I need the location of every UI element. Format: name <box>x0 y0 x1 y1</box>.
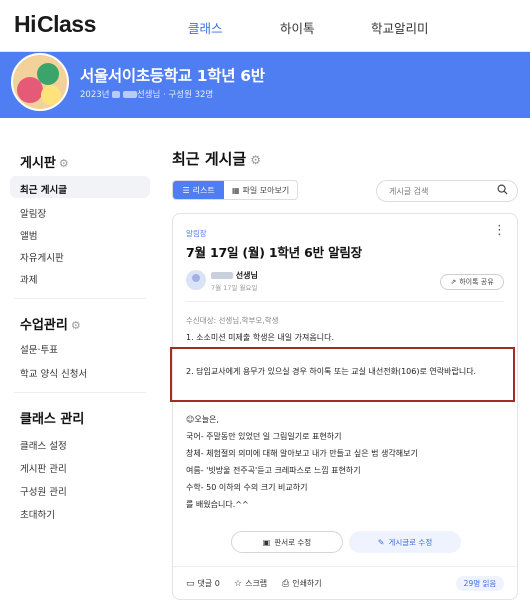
sidebar-divider <box>14 392 146 393</box>
sidebar-item-notice[interactable]: 알림장 <box>20 206 46 220</box>
divider <box>173 566 517 567</box>
sidebar-item-survey[interactable]: 설문·투표 <box>20 342 58 356</box>
comment-button[interactable]: ▭ 댓글 0 <box>186 578 220 589</box>
sidebar-item-school-form[interactable]: 학교 양식 신청서 <box>20 366 87 380</box>
search-icon[interactable] <box>497 184 508 198</box>
recipients: 수신대상: 선생님,학부모,학생 <box>186 316 279 325</box>
sidebar-item-class-settings[interactable]: 클래스 설정 <box>20 438 67 452</box>
hiclass-logo[interactable]: HiClass <box>14 11 96 38</box>
notice-line-2: 2. 담임교사에게 용무가 있으실 경우 하이톡 또는 교실 내선전화(106)… <box>186 367 477 376</box>
body-line: 를 배웠습니다.^^ <box>186 500 249 509</box>
member-count: · 구성원 32명 <box>163 90 214 100</box>
sidebar-item-recent-posts[interactable]: 최근 게시글 <box>10 176 150 198</box>
share-icon: ⇗ <box>450 278 457 286</box>
edit-icon: ✎ <box>377 537 385 547</box>
body-line: ☺오늘은, <box>186 415 219 424</box>
hitalk-share-button[interactable]: ⇗ 하이톡 공유 <box>440 274 504 290</box>
post-date: 7월 17일 월요일 <box>211 284 258 292</box>
blurred-name <box>122 91 137 98</box>
more-options-icon[interactable]: ⋮ <box>493 224 506 237</box>
sidebar-item-assignment[interactable]: 과제 <box>20 272 37 286</box>
tab-file-view[interactable]: ▦ 파일 모아보기 <box>224 181 297 199</box>
logo-class-text: Class <box>37 11 96 37</box>
blurred-name <box>112 91 121 98</box>
sidebar-item-board-mgmt[interactable]: 게시판 관리 <box>20 461 67 475</box>
board-icon: ▣ <box>262 537 271 547</box>
sidebar-item-free-board[interactable]: 자유게시판 <box>20 250 64 264</box>
class-avatar <box>11 53 69 111</box>
star-icon: ☆ <box>234 579 243 589</box>
notice-line-1: 1. 소소미션 미제출 학생은 내일 가져옵니다. <box>186 333 335 342</box>
tab-list[interactable]: ☰ 리스트 <box>173 181 225 199</box>
printer-icon: ⎙ <box>282 579 290 589</box>
nav-hitalk[interactable]: 하이톡 <box>280 18 315 37</box>
search-input[interactable] <box>389 185 489 198</box>
search-box <box>376 180 518 202</box>
comment-icon: ▭ <box>186 579 195 589</box>
class-name: 서울서이초등학교 1학년 6반 <box>80 67 265 85</box>
page-title: 최근 게시글 ⚙ <box>172 150 261 168</box>
gear-icon[interactable]: ⚙ <box>71 319 81 332</box>
body-line: 국어- 주말동안 있었던 일 그림일기로 표현하기 <box>186 432 342 441</box>
sidebar-item-member-mgmt[interactable]: 구성원 관리 <box>20 484 67 498</box>
nav-class[interactable]: 클래스 <box>188 18 223 37</box>
teacher-suffix: 선생님 <box>136 90 161 100</box>
sidebar-heading-class-admin: 클래스 관리 <box>20 412 85 427</box>
class-meta: 2023년 선생님 · 구성원 32명 <box>80 88 213 100</box>
gear-icon[interactable]: ⚙ <box>250 153 261 167</box>
edit-as-board-button[interactable]: ▣ 판서로 수정 <box>231 531 343 553</box>
blurred-name <box>211 272 233 279</box>
logo-hi-text: Hi <box>14 11 37 37</box>
sidebar-heading-board: 게시판 ⚙ <box>20 156 69 171</box>
sidebar-item-album[interactable]: 앨범 <box>20 228 37 242</box>
gear-icon[interactable]: ⚙ <box>59 157 69 170</box>
read-count-badge[interactable]: 29명 읽음 <box>456 576 504 591</box>
author-name: 선생님 <box>211 270 258 281</box>
sidebar-divider <box>14 298 146 299</box>
post-title[interactable]: 7월 17일 (월) 1학년 6반 알림장 <box>186 242 362 261</box>
list-icon: ☰ <box>182 185 190 195</box>
grid-icon: ▦ <box>231 185 240 195</box>
view-tabs: ☰ 리스트 ▦ 파일 모아보기 <box>172 180 298 200</box>
author-avatar <box>186 270 206 290</box>
body-line: 여름- '빗방울 전주곡'듣고 크레파스로 느낌 표현하기 <box>186 466 361 475</box>
body-line: 수학- 50 이하의 수의 크기 비교하기 <box>186 483 308 492</box>
sidebar-heading-class-mgmt: 수업관리 ⚙ <box>20 318 81 333</box>
print-button[interactable]: ⎙ 인쇄하기 <box>282 578 322 589</box>
nav-school-notice[interactable]: 학교알리미 <box>371 18 429 37</box>
top-nav: HiClass 클래스 하이톡 학교알리미 <box>0 0 530 52</box>
scrap-button[interactable]: ☆ 스크랩 <box>234 578 267 589</box>
body-line: 창체- 체험절의 의미에 대해 알아보고 내가 만들고 싶은 법 생각해보기 <box>186 449 418 458</box>
class-year: 2023년 <box>80 90 110 100</box>
sidebar-item-invite[interactable]: 초대하기 <box>20 507 55 521</box>
divider <box>186 301 504 302</box>
edit-as-post-button[interactable]: ✎ 게시글로 수정 <box>349 531 461 553</box>
post-category[interactable]: 알림장 <box>186 228 207 239</box>
